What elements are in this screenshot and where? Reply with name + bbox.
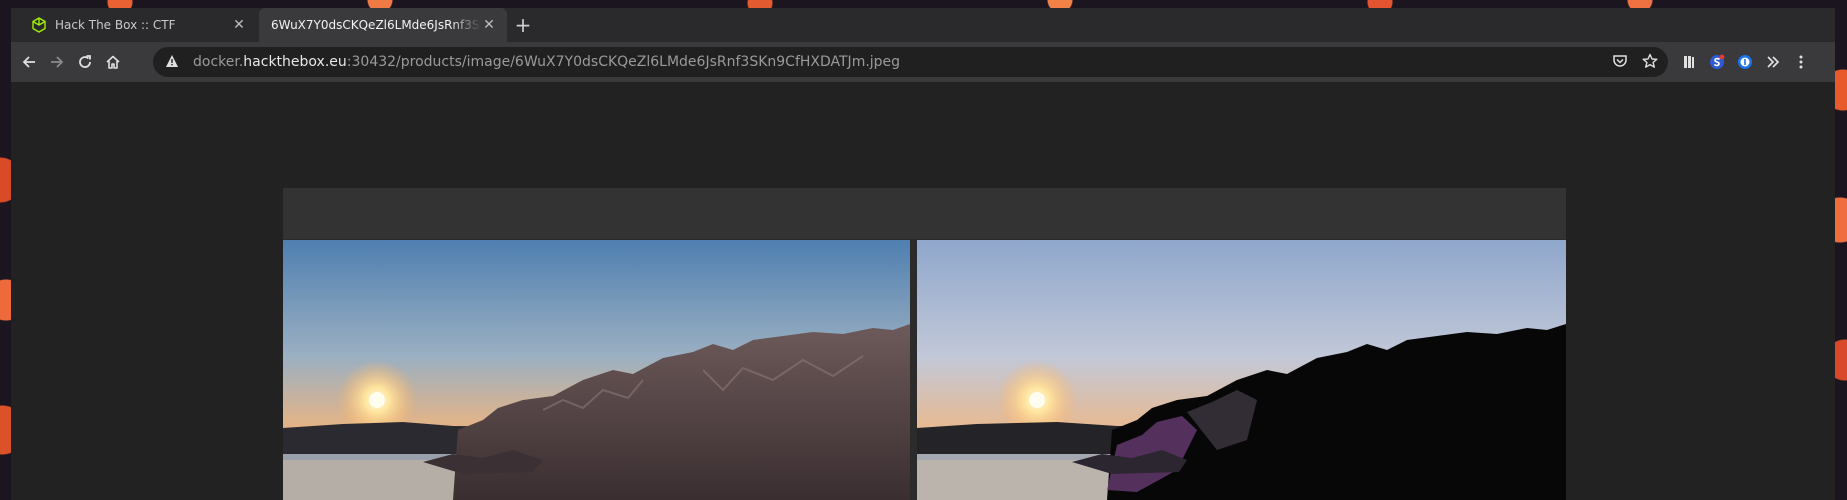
star-icon[interactable] [1642,53,1658,73]
s-extension-icon[interactable] [1705,50,1729,74]
original-image [283,240,910,500]
library-icon[interactable] [1677,50,1701,74]
image-comparison-card [283,188,1566,500]
warning-triangle-icon[interactable] [165,53,179,72]
new-tab-button[interactable]: + [511,13,535,37]
processed-image [917,240,1566,500]
close-tab-icon[interactable]: ✕ [481,17,497,33]
hack-the-box-cube-icon [31,17,47,33]
url-text[interactable]: docker.hackthebox.eu:30432/products/imag… [193,54,900,70]
card-header [283,188,1566,239]
reload-icon [79,55,91,68]
url-host: hackthebox.eu [243,54,347,70]
arrow-right-icon [51,56,64,68]
arrow-left-icon [22,56,35,68]
home-button[interactable] [101,50,125,74]
tab-image[interactable]: 6WuX7Y0dsCKQeZl6LMde6JsRnf3SKn9CfHXDATJm… [259,8,507,42]
forward-button[interactable] [45,50,69,74]
chevrons-right-icon[interactable] [1761,50,1785,74]
tab-strip: Hack The Box :: CTF ✕ 6WuX7Y0dsCKQeZl6LM… [11,8,1835,42]
pocket-icon[interactable] [1612,53,1628,73]
home-icon [106,55,120,69]
page-content [11,82,1835,500]
address-bar[interactable]: docker.hackthebox.eu:30432/products/imag… [153,47,1668,77]
tab-hack-the-box[interactable]: Hack The Box :: CTF ✕ [17,8,257,42]
close-tab-icon[interactable]: ✕ [231,17,247,33]
password-manager-icon[interactable] [1733,50,1757,74]
reload-button[interactable] [73,50,97,74]
tab-title: Hack The Box :: CTF [55,18,176,32]
tab-title: 6WuX7Y0dsCKQeZl6LMde6JsRnf3SKn9CfHXDATJm… [271,18,481,32]
menu-icon[interactable] [1789,50,1813,74]
back-button[interactable] [17,50,41,74]
navigation-toolbar: docker.hackthebox.eu:30432/products/imag… [11,42,1835,82]
browser-window: Hack The Box :: CTF ✕ 6WuX7Y0dsCKQeZl6LM… [11,8,1835,500]
